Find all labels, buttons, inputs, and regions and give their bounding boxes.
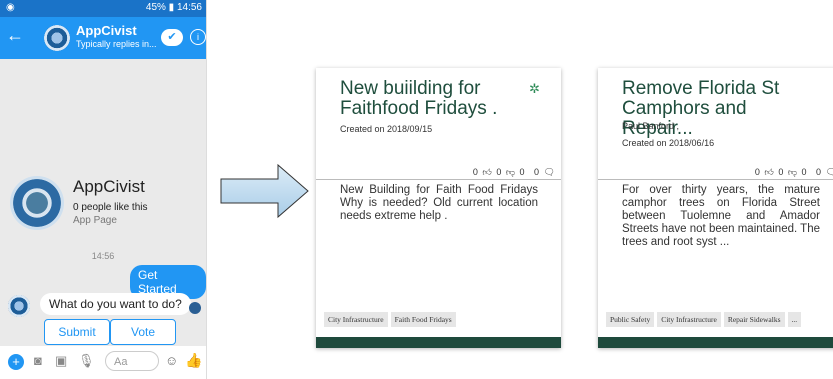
plus-icon[interactable]: + xyxy=(8,354,24,370)
tag[interactable]: City Infrastructure xyxy=(324,312,388,327)
card-author[interactable]: Paul Banford , xyxy=(622,121,679,131)
seen-avatar xyxy=(189,302,201,314)
quick-reply-submit-idea[interactable]: Submit Idea xyxy=(44,319,110,363)
card-divider xyxy=(316,179,561,180)
card-created-date: Created on 2018/06/16 xyxy=(622,138,715,148)
card-description: New Building for Faith Food Fridays Why … xyxy=(340,184,538,222)
card-stats: 0 👍︎ 0 👎︎ 0 0 🗨︎ xyxy=(471,167,555,178)
thumbs-up-icon[interactable]: 👍 xyxy=(185,352,202,369)
info-icon[interactable]: i xyxy=(190,29,206,45)
upvote-count: 0 xyxy=(472,167,478,177)
emoji-icon[interactable]: ☺ xyxy=(165,353,178,368)
card-tags: Public Safety City Infrastructure Repair S… xyxy=(606,309,804,327)
proposal-card[interactable]: Remove Florida St Camphors and Repair...… xyxy=(598,68,833,348)
page-avatar xyxy=(10,176,64,230)
thumbs-up-icon[interactable]: 👍︎ xyxy=(764,167,773,177)
tag[interactable]: Public Safety xyxy=(606,312,655,327)
arrow-left-icon[interactable]: ← xyxy=(6,25,24,46)
camera-icon[interactable]: ◙ xyxy=(34,353,42,368)
tag[interactable]: City Infrastructure xyxy=(657,312,721,327)
status-bar-text: 45% ▮ 14:56 xyxy=(145,2,202,13)
thumbs-up-icon[interactable]: 👍︎ xyxy=(482,167,491,177)
message-timestamp: 14:56 xyxy=(91,251,115,261)
messenger-icon: ◉ xyxy=(6,2,15,13)
tag[interactable]: Faith Food Fridays xyxy=(390,312,456,327)
card-footer xyxy=(598,337,833,348)
comment-icon[interactable]: 🗨︎ xyxy=(826,167,833,177)
avatar[interactable] xyxy=(44,25,70,51)
card-divider xyxy=(598,179,833,180)
tag-more[interactable]: ... xyxy=(787,312,802,327)
comment-count: 0 xyxy=(534,167,540,177)
extra-count: 0 xyxy=(801,167,807,177)
thumbs-down-icon[interactable]: 👎︎ xyxy=(506,167,515,177)
card-description: For over thirty years, the mature campho… xyxy=(622,184,820,248)
check-icon[interactable]: ✔ xyxy=(161,29,183,46)
card-stats: 0 👍︎ 0 👎︎ 0 0 🗨︎ xyxy=(753,167,833,178)
comment-count: 0 xyxy=(816,167,822,177)
chat-area[interactable]: AppCivist 0 people like this App Page 14… xyxy=(0,59,206,363)
messenger-screen: ◉ 45% ▮ 14:56 ← AppCivist Typically repl… xyxy=(0,0,207,379)
chat-subtitle: Typically replies in... xyxy=(76,39,157,49)
page-name: AppCivist xyxy=(73,177,145,196)
chat-header: ← AppCivist Typically replies in... ✔ i xyxy=(0,17,206,59)
page-type: App Page xyxy=(73,215,117,226)
tag[interactable]: Repair Sidewalks xyxy=(723,312,785,327)
page-likes: 0 people like this xyxy=(73,202,148,213)
image-icon[interactable]: ▣ xyxy=(55,353,67,369)
card-footer xyxy=(316,337,561,348)
bot-message: What do you want to do? xyxy=(40,293,191,315)
status-bar: ◉ 45% ▮ 14:56 xyxy=(0,0,206,17)
quick-reply-vote[interactable]: Vote xyxy=(110,319,176,345)
downvote-count: 0 xyxy=(778,167,784,177)
composer: + ◙ ▣ 🎙 Aa ☺ 👍 xyxy=(0,346,206,379)
downvote-count: 0 xyxy=(496,167,502,177)
chat-title: AppCivist xyxy=(76,23,137,38)
thumbs-down-icon[interactable]: 👎︎ xyxy=(788,167,797,177)
card-created-date: Created on 2018/09/15 xyxy=(340,124,433,134)
proposal-card[interactable]: New buiilding for Faithfood Fridays . ✲ … xyxy=(316,68,561,348)
comment-icon[interactable]: 🗨︎ xyxy=(544,167,555,177)
microphone-icon[interactable]: 🎙 xyxy=(78,353,95,369)
arrow-right-icon xyxy=(220,163,309,219)
bot-avatar xyxy=(8,295,30,317)
card-tags: City Infrastructure Faith Food Fridays xyxy=(324,309,459,327)
upvote-count: 0 xyxy=(754,167,760,177)
gear-icon[interactable]: ✲ xyxy=(529,81,540,97)
message-input[interactable]: Aa xyxy=(105,351,159,371)
extra-count: 0 xyxy=(519,167,525,177)
card-title[interactable]: New buiilding for Faithfood Fridays . xyxy=(340,79,530,119)
